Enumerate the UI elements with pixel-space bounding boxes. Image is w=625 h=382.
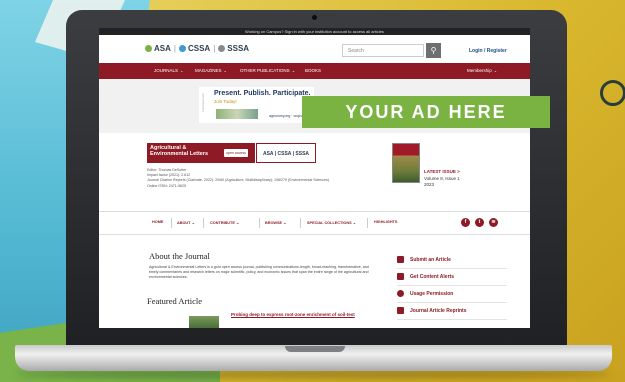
society-logos[interactable]: ASA | CSSA | SSSA — [145, 44, 249, 53]
twitter-icon[interactable]: t — [475, 218, 484, 227]
search-button[interactable]: ⚲ — [426, 43, 441, 58]
plus-circle-icon — [397, 290, 404, 297]
laptop-screen: Working on Campus? Sign in with your ins… — [99, 28, 530, 328]
sidebar-item-reprints[interactable]: Journal Article Reprints — [397, 303, 507, 320]
about-text: Agricultural & Environmental Letters is … — [149, 265, 369, 279]
nav-item-other-publications[interactable]: OTHER PUBLICATIONS ⌄ — [240, 63, 295, 79]
chevron-down-icon: ⌄ — [223, 68, 227, 73]
subnav-home[interactable]: HOME — [152, 220, 163, 224]
asa-mark-icon — [145, 45, 152, 52]
latest-issue-volume: Volume 8, Issue 1 — [424, 176, 460, 181]
subnav-special-collections[interactable]: SPECIAL COLLECTIONS ⌄ — [307, 220, 356, 225]
sidebar-item-submit[interactable]: Submit an Article — [397, 252, 507, 269]
journal-society-logos: ASA | CSSA | SSSA — [256, 143, 316, 163]
sidebar-item-permission[interactable]: Usage Permission — [397, 286, 507, 303]
chevron-down-icon: ⌄ — [180, 68, 184, 73]
camera-icon — [312, 15, 317, 20]
sidebar-item-alerts[interactable]: Get Content Alerts — [397, 269, 507, 286]
sssa-mark-icon — [218, 45, 226, 52]
sssa-logo: SSSA — [218, 44, 249, 53]
sidebar-links: Submit an Article Get Content Alerts Usa… — [397, 252, 507, 320]
society-ad-banner[interactable]: Present. Publish. Participate. Join Toda… — [199, 87, 314, 123]
ad-banner-image — [216, 109, 258, 119]
edit-icon — [397, 256, 404, 263]
advertisement-label: Advertisement — [201, 93, 205, 113]
chevron-down-icon: ⌄ — [291, 68, 296, 73]
search-input[interactable]: Search — [342, 44, 424, 57]
chevron-down-icon: ⌄ — [235, 221, 240, 225]
facebook-icon[interactable]: f — [461, 218, 470, 227]
journal-meta: Editor: Thomas DeSutter Impact factor (2… — [147, 168, 329, 188]
subnav-browse[interactable]: BROWSE ⌄ — [265, 220, 286, 225]
featured-article-image[interactable] — [189, 316, 219, 328]
chevron-down-icon: ⌄ — [283, 221, 287, 225]
chevron-down-icon: ⌄ — [493, 68, 498, 73]
featured-heading: Featured Article — [147, 296, 202, 306]
magnifier-icon: ⚲ — [430, 46, 437, 55]
nav-item-journals[interactable]: JOURNALS ⌄ — [154, 63, 183, 79]
login-register-link[interactable]: Login / Register — [469, 48, 507, 54]
bell-icon — [397, 273, 404, 280]
subnav-about[interactable]: ABOUT ⌄ — [177, 220, 195, 225]
nav-item-books[interactable]: BOOKS — [305, 63, 321, 79]
asa-logo: ASA — [145, 44, 171, 53]
journal-subnav: HOME ABOUT ⌄ CONTRIBUTE ⌄ BROWSE ⌄ SPECI… — [99, 211, 530, 235]
main-nav: JOURNALS ⌄ MAGAZINES ⌄ OTHER PUBLICATIONS ⌄… — [99, 63, 530, 79]
subnav-contribute[interactable]: CONTRIBUTE ⌄ — [210, 220, 239, 225]
about-section: About the Journal Agricultural & Environ… — [149, 251, 374, 280]
nav-item-membership[interactable]: Membership ⌄ — [467, 63, 497, 79]
chevron-down-icon: ⌄ — [352, 221, 356, 225]
rss-icon[interactable]: ≋ — [489, 218, 498, 227]
latest-issue-link[interactable]: LATEST ISSUE > — [424, 169, 460, 174]
nav-item-magazines[interactable]: MAGAZINES ⌄ — [195, 63, 227, 79]
latest-issue-cover[interactable] — [392, 143, 420, 183]
featured-article-link[interactable]: Probing deep to express root-zone enrich… — [231, 312, 355, 317]
notice-bar: Working on Campus? Sign in with your ins… — [99, 28, 530, 35]
laptop-notch — [285, 346, 345, 352]
reprint-icon — [397, 307, 404, 314]
cssa-mark-icon — [178, 45, 186, 52]
chevron-down-icon: ⌄ — [191, 221, 195, 225]
subnav-highlights[interactable]: HIGHLIGHTS — [374, 220, 397, 224]
journal-header: Agricultural & Environmental Letters ope… — [99, 133, 530, 211]
about-heading: About the Journal — [149, 251, 210, 261]
your-ad-here-box[interactable]: YOUR AD HERE — [302, 96, 550, 128]
open-access-badge: open access — [224, 149, 248, 157]
latest-issue-year: 2023 — [424, 182, 435, 187]
cssa-logo: CSSA — [178, 44, 210, 53]
background-ring — [600, 80, 625, 106]
top-header: ASA | CSSA | SSSA Search ⚲ Login / Regis… — [99, 35, 530, 63]
